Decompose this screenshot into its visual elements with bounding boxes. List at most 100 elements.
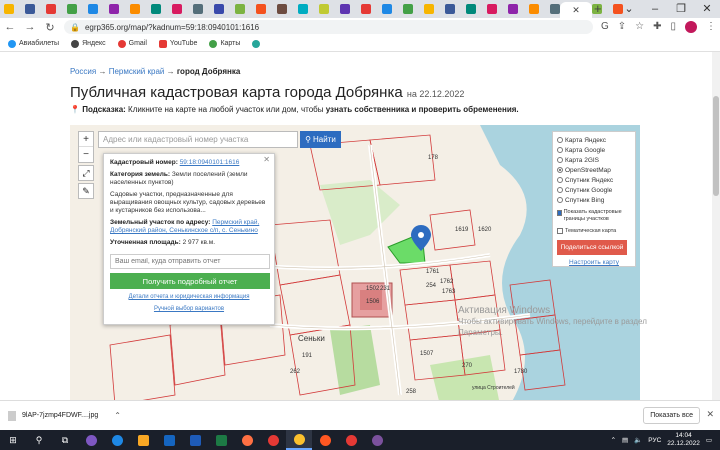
- excel-icon[interactable]: [208, 430, 234, 450]
- tab-favicon-icon[interactable]: [466, 4, 476, 14]
- extensions-icon[interactable]: ✚: [653, 21, 661, 33]
- chevron-up-icon[interactable]: ⌃: [611, 436, 616, 444]
- layer-option[interactable]: Карта Яндекс: [557, 135, 631, 145]
- report-details-link[interactable]: Детали отчета и юридическая информация: [129, 294, 250, 300]
- tab-favicon-icon[interactable]: [403, 4, 413, 14]
- volume-icon[interactable]: 🔈: [634, 436, 642, 444]
- tab-favicon-icon[interactable]: [235, 4, 245, 14]
- edge-icon[interactable]: [104, 430, 130, 450]
- tab-favicon-icon[interactable]: [382, 4, 392, 14]
- close-window-icon[interactable]: ✕: [694, 0, 720, 18]
- tab-favicon-icon[interactable]: [319, 4, 329, 14]
- ruler-icon[interactable]: ✎: [78, 183, 94, 199]
- tab-favicon-icon[interactable]: [88, 4, 98, 14]
- close-icon[interactable]: ✕: [706, 409, 714, 420]
- find-button[interactable]: ⚲ Найти: [300, 131, 341, 148]
- store-icon[interactable]: [156, 430, 182, 450]
- chevron-down-icon[interactable]: ⌄: [616, 0, 642, 18]
- show-borders-checkbox[interactable]: [557, 210, 562, 216]
- close-icon[interactable]: ✕: [263, 156, 270, 164]
- share-icon[interactable]: ⇪: [618, 21, 626, 33]
- layer-radio[interactable]: [557, 167, 563, 173]
- tab-favicon-icon[interactable]: [130, 4, 140, 14]
- layer-option[interactable]: Спутник Яндекс: [557, 175, 631, 185]
- pinned-tabs[interactable]: [4, 4, 632, 14]
- thematic-checkbox[interactable]: [557, 228, 563, 234]
- active-tab[interactable]: ✕: [560, 2, 592, 18]
- tab-favicon-icon[interactable]: [298, 4, 308, 14]
- tab-favicon-icon[interactable]: [508, 4, 518, 14]
- restore-icon[interactable]: ❐: [668, 0, 694, 18]
- manual-select-link[interactable]: Ручной выбор вариантов: [154, 306, 224, 312]
- tab-favicon-icon[interactable]: [361, 4, 371, 14]
- tab-favicon-icon[interactable]: [256, 4, 266, 14]
- new-tab-button[interactable]: +: [594, 1, 602, 16]
- word-icon[interactable]: [182, 430, 208, 450]
- share-link-button[interactable]: Поделиться ссылкой: [557, 240, 627, 255]
- setup-map-link[interactable]: Настроить карту: [557, 259, 631, 266]
- file-explorer-icon[interactable]: [130, 430, 156, 450]
- tab-close-icon[interactable]: ✕: [572, 5, 580, 16]
- layer-option[interactable]: Спутник Bing: [557, 195, 631, 205]
- tab-favicon-icon[interactable]: [151, 4, 161, 14]
- page-scrollbar[interactable]: [712, 52, 720, 400]
- address-bar[interactable]: 🔒 egrp365.org/map/?kadnum=59:18:0940101:…: [64, 20, 593, 34]
- notification-icon[interactable]: ▭: [706, 436, 712, 444]
- zoom-out-button[interactable]: −: [79, 147, 93, 162]
- tab-favicon-icon[interactable]: [109, 4, 119, 14]
- layer-radio[interactable]: [557, 197, 563, 203]
- tab-favicon-icon[interactable]: [193, 4, 203, 14]
- tab-favicon-icon[interactable]: [340, 4, 350, 14]
- clock[interactable]: 14:04 22.12.2022: [667, 432, 700, 448]
- keyboard-language[interactable]: РУС: [648, 437, 661, 444]
- download-filename[interactable]: 9lAP-7jzmp4FDWF....jpg: [22, 412, 98, 419]
- avatar[interactable]: [685, 21, 697, 33]
- bookmark-yandex[interactable]: Яндекс: [71, 39, 106, 48]
- layer-radio[interactable]: [557, 147, 563, 153]
- bookmark-gmail[interactable]: Gmail: [117, 39, 147, 48]
- google-lens-icon[interactable]: G: [601, 21, 609, 33]
- task-view-icon[interactable]: ⧉: [52, 430, 78, 450]
- zoom-in-button[interactable]: +: [79, 132, 93, 147]
- layer-option[interactable]: Карта Google: [557, 145, 631, 155]
- firefox-icon[interactable]: [234, 430, 260, 450]
- viber-icon[interactable]: [364, 430, 390, 450]
- back-icon[interactable]: ←: [4, 21, 16, 33]
- minimize-icon[interactable]: –: [642, 0, 668, 18]
- tab-favicon-icon[interactable]: [4, 4, 14, 14]
- yandex-browser-icon[interactable]: [312, 430, 338, 450]
- tab-favicon-icon[interactable]: [172, 4, 182, 14]
- cadastral-number-link[interactable]: 59:18:0940101:1616: [180, 159, 240, 166]
- tab-favicon-icon[interactable]: [487, 4, 497, 14]
- tab-favicon-icon[interactable]: [214, 4, 224, 14]
- bookmark-extra[interactable]: [252, 39, 261, 48]
- tab-favicon-icon[interactable]: [445, 4, 455, 14]
- forward-icon[interactable]: →: [24, 21, 36, 33]
- thematic-option[interactable]: Тематическая карта: [557, 226, 631, 236]
- get-report-button[interactable]: Получить подробный отчет: [110, 273, 270, 289]
- bookmark-aviabilety[interactable]: Авиабилеты: [8, 39, 59, 48]
- menu-icon[interactable]: ⋮: [706, 21, 716, 33]
- layer-option[interactable]: Карта 2GIS: [557, 155, 631, 165]
- layer-option[interactable]: OpenStreetMap: [557, 165, 631, 175]
- breadcrumb-region[interactable]: Пермский край: [109, 67, 165, 76]
- breadcrumb-root[interactable]: Россия: [70, 67, 96, 76]
- app-icon[interactable]: [78, 430, 104, 450]
- windows-start-icon[interactable]: ⊞: [0, 430, 26, 450]
- show-all-button[interactable]: Показать все: [643, 407, 700, 424]
- tab-favicon-icon[interactable]: [46, 4, 56, 14]
- layer-radio[interactable]: [557, 157, 563, 163]
- star-icon[interactable]: ☆: [635, 21, 644, 33]
- cadastral-map[interactable]: 178 1619 1620 1761 1762 1763 254 1502 23…: [70, 125, 640, 400]
- search-input[interactable]: [98, 131, 298, 148]
- tab-favicon-icon[interactable]: [529, 4, 539, 14]
- scrollbar-thumb[interactable]: [713, 96, 719, 196]
- fullscreen-icon[interactable]: ⤢: [78, 165, 94, 181]
- app-icon[interactable]: [338, 430, 364, 450]
- layer-radio[interactable]: [557, 137, 563, 143]
- layer-radio[interactable]: [557, 187, 563, 193]
- email-field[interactable]: [110, 254, 270, 269]
- tab-favicon-icon[interactable]: [277, 4, 287, 14]
- chevron-up-icon[interactable]: ⌃: [114, 411, 121, 420]
- bookmark-maps[interactable]: Карты: [209, 39, 240, 48]
